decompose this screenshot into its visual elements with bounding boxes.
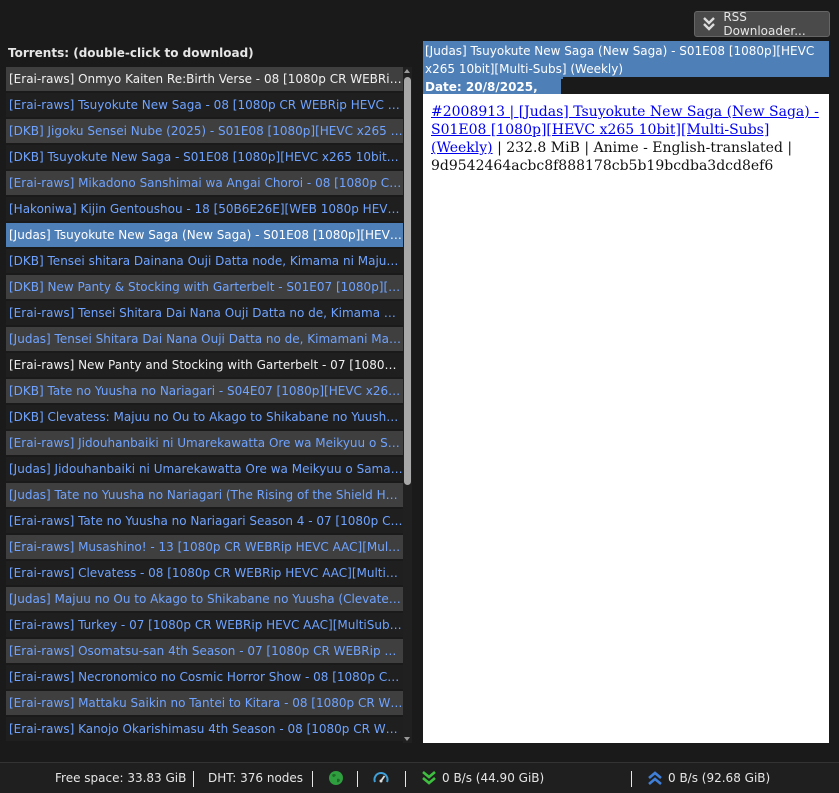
torrent-row[interactable]: [Erai-raws] Tate no Yuusha no Nariagari … xyxy=(6,509,403,533)
torrent-row-selected[interactable]: [Judas] Tsuyokute New Saga (New Saga) - … xyxy=(6,223,403,247)
status-separator xyxy=(312,771,313,787)
upload-arrows-icon xyxy=(647,770,663,786)
torrent-row[interactable]: [DKB] Tensei shitara Dainana Ouji Datta … xyxy=(6,249,403,273)
torrent-row[interactable]: [Judas] Jidouhanbaiki ni Umarekawatta Or… xyxy=(6,457,403,481)
scroll-down-arrow-icon[interactable] xyxy=(404,737,410,741)
status-separator xyxy=(631,771,632,787)
network-globe-icon[interactable] xyxy=(328,770,344,786)
free-space-label: Free space: 33.83 GiB xyxy=(55,771,187,785)
torrent-row[interactable]: [Erai-raws] Tsuyokute New Saga - 08 [108… xyxy=(6,93,403,117)
status-separator xyxy=(193,771,194,787)
double-chevron-down-icon xyxy=(700,15,717,33)
torrent-list-title: Torrents: (double-click to download) xyxy=(8,46,254,60)
torrent-row[interactable]: [Erai-raws] New Panty and Stocking with … xyxy=(6,353,403,377)
torrent-row[interactable]: [DKB] Clevatess: Majuu no Ou to Akago to… xyxy=(6,405,403,429)
torrent-row[interactable]: [Erai-raws] Necronomico no Cosmic Horror… xyxy=(6,665,403,689)
torrent-row[interactable]: [Hakoniwa] Kijin Gentoushou - 18 [50B6E2… xyxy=(6,197,403,221)
rss-downloader-button[interactable]: RSS Downloader... xyxy=(694,10,830,38)
status-separator xyxy=(405,771,406,787)
torrent-row[interactable]: [DKB] Tate no Yuusha no Nariagari - S04E… xyxy=(6,379,403,403)
speedometer-icon[interactable] xyxy=(373,770,389,786)
torrent-row[interactable]: [Erai-raws] Musashino! - 13 [1080p CR WE… xyxy=(6,535,403,559)
torrent-list[interactable]: [Erai-raws] Onmyo Kaiten Re:Birth Verse … xyxy=(6,67,403,743)
detail-description: #2008913 | [Judas] Tsuyokute New Saga (N… xyxy=(423,94,829,743)
torrent-row[interactable]: [Erai-raws] Kanojo Okarishimasu 4th Seas… xyxy=(6,717,403,741)
torrent-row[interactable]: [Judas] Tate no Yuusha no Nariagari (The… xyxy=(6,483,403,507)
torrent-row[interactable]: [Erai-raws] Tensei Shitara Dai Nana Ouji… xyxy=(6,301,403,325)
detail-title: [Judas] Tsuyokute New Saga (New Saga) - … xyxy=(423,41,829,79)
scroll-up-arrow-icon[interactable] xyxy=(404,69,410,73)
download-arrows-icon xyxy=(421,770,437,786)
torrent-row[interactable]: [Erai-raws] Osomatsu-san 4th Season - 07… xyxy=(6,639,403,663)
torrent-row[interactable]: [DKB] Tsuyokute New Saga - S01E08 [1080p… xyxy=(6,145,403,169)
dht-nodes-label: DHT: 376 nodes xyxy=(208,771,304,785)
torrent-row[interactable]: [Judas] Tensei Shitara Dai Nana Ouji Dat… xyxy=(6,327,403,351)
torrent-row[interactable]: [Judas] Majuu no Ou to Akago to Shikaban… xyxy=(6,587,403,611)
torrent-row[interactable]: [Erai-raws] Jidouhanbaiki ni Umarekawatt… xyxy=(6,431,403,455)
torrent-row[interactable]: [DKB] Jigoku Sensei Nube (2025) - S01E08… xyxy=(6,119,403,143)
torrent-row[interactable]: [Erai-raws] Clevatess - 08 [1080p CR WEB… xyxy=(6,561,403,585)
detail-date-filler xyxy=(563,77,829,94)
scrollbar-thumb[interactable] xyxy=(404,77,411,485)
top-toolbar: RSS Downloader... xyxy=(0,0,839,40)
torrent-detail-panel: [Judas] Tsuyokute New Saga (New Saga) - … xyxy=(423,41,829,743)
torrent-row[interactable]: [Erai-raws] Turkey - 07 [1080p CR WEBRip… xyxy=(6,613,403,637)
torrent-row[interactable]: [Erai-raws] Mikadono Sanshimai wa Angai … xyxy=(6,171,403,195)
upload-speed-label: 0 B/s (92.68 GiB) xyxy=(668,771,771,785)
status-bar: Free space: 33.83 GiB DHT: 376 nodes 0 B… xyxy=(0,762,839,793)
torrent-row[interactable]: [Erai-raws] Onmyo Kaiten Re:Birth Verse … xyxy=(6,67,403,91)
status-separator xyxy=(357,771,358,787)
rss-downloader-label: RSS Downloader... xyxy=(723,10,806,38)
torrent-row[interactable]: [DKB] New Panty & Stocking with Garterbe… xyxy=(6,275,403,299)
download-speed-label: 0 B/s (44.90 GiB) xyxy=(442,771,545,785)
torrent-list-scrollbar[interactable] xyxy=(403,67,412,743)
torrent-row[interactable]: [Erai-raws] Mattaku Saikin no Tantei to … xyxy=(6,691,403,715)
